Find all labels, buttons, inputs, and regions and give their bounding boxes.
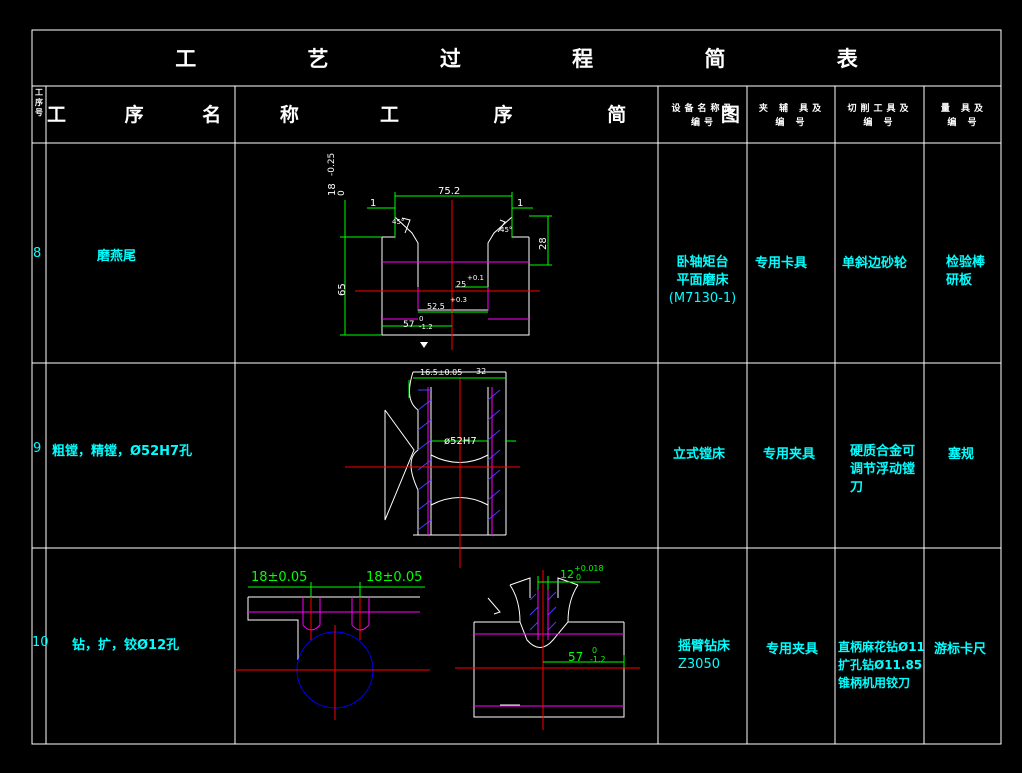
sketch-dovetail bbox=[340, 192, 552, 350]
row9-dim-16: 16.5±0.05 bbox=[420, 368, 463, 377]
row10-cutter: 直柄麻花钻Ø11 扩孔钻Ø11.85 锥柄机用铰刀 bbox=[838, 640, 925, 690]
row8-dim-28: 28 bbox=[538, 237, 549, 250]
sketch-drill-right bbox=[455, 570, 640, 730]
row8-fixture: 专用卡具 bbox=[755, 256, 808, 271]
row9-name: 粗镗，精镗，Ø52H7孔 bbox=[52, 444, 193, 459]
row9-cutter: 硬质合金可 调节浮动镗 刀 bbox=[850, 444, 916, 495]
row8-dim-52: 52.5 bbox=[427, 302, 445, 311]
header-seq: 工序号 bbox=[35, 88, 43, 117]
row10-fixture: 专用夹具 bbox=[766, 642, 819, 657]
row8-gauge: 检验棒 研板 bbox=[946, 255, 986, 288]
row8-angle-left: 45° bbox=[392, 218, 405, 226]
row10-dim-57-tol: -1.2 bbox=[590, 655, 606, 664]
row10-name: 钻，扩，铰Ø12孔 bbox=[72, 638, 180, 653]
row8-seq: 8 bbox=[33, 246, 42, 261]
row8-equipment: 卧轴矩台 平面磨床 (M7130-1) bbox=[668, 255, 737, 306]
row9-dim-32: 32 bbox=[476, 367, 487, 376]
header-cutter: 切削工具及 编 号 bbox=[847, 104, 913, 128]
row10-dim-18-left: 18±0.05 bbox=[251, 570, 308, 585]
row9-seq: 9 bbox=[33, 441, 42, 456]
process-sheet: 工 艺 过 程 简 表 工序号 工 序 名 称 工 序 简 图 设备名称及编号 … bbox=[0, 0, 1022, 773]
row9-equipment: 立式镗床 bbox=[673, 447, 726, 462]
row8-cutter: 单斜边砂轮 bbox=[842, 256, 908, 271]
row8-dim-75: 75.2 bbox=[438, 186, 461, 197]
row8-dim-57-tol0: 0 bbox=[419, 315, 424, 323]
row8-dim-65: 65 bbox=[337, 283, 348, 296]
row8-dim-25: 25 bbox=[456, 280, 467, 289]
row10-seq: 10 bbox=[32, 635, 49, 650]
row8-angle-right: 45° bbox=[500, 226, 513, 234]
row9-fixture: 专用夹具 bbox=[763, 447, 816, 462]
row8-dim-tol0: 0 bbox=[337, 190, 347, 196]
row10-dim-12-tol0: 0 bbox=[576, 573, 582, 582]
header-name: 工 序 名 称 bbox=[47, 104, 325, 126]
row10-dim-57-tol0: 0 bbox=[592, 646, 598, 655]
header-fixture: 夹 辅 具及 编 号 bbox=[758, 104, 826, 128]
sheet-title: 工 艺 过 程 简 表 bbox=[175, 47, 910, 71]
row8-name: 磨燕尾 bbox=[97, 249, 137, 264]
row10-dim-18-right: 18±0.05 bbox=[366, 570, 423, 585]
row9-dim-bore: ø52H7 bbox=[444, 436, 477, 447]
row8-dim-25-tol: +0.1 bbox=[467, 274, 484, 282]
row8-dim-tol: -0.25 bbox=[327, 152, 337, 176]
row8-dim-57: 57 bbox=[403, 320, 415, 330]
sketch-drill-left bbox=[235, 582, 430, 720]
row10-dim-12-tol: +0.018 bbox=[574, 564, 604, 573]
row10-dim-12: 12 bbox=[560, 568, 574, 581]
row10-dim-57: 57 bbox=[568, 650, 584, 664]
row8-dim-1-right: 1 bbox=[517, 198, 524, 209]
header-gauge: 量 具及 编 号 bbox=[940, 104, 988, 128]
row9-gauge: 塞规 bbox=[948, 447, 975, 462]
header-equipment: 设备名称及编号 bbox=[671, 104, 737, 128]
row10-gauge: 游标卡尺 bbox=[934, 642, 987, 657]
row8-dim-1-left: 1 bbox=[370, 198, 377, 209]
row10-equipment: 摇臂钻床 Z3050 bbox=[678, 639, 731, 672]
row8-dim-57-tol: -1.2 bbox=[419, 323, 433, 331]
sketch-boring bbox=[345, 371, 520, 568]
row8-dim-52-tol: +0.3 bbox=[450, 296, 467, 304]
